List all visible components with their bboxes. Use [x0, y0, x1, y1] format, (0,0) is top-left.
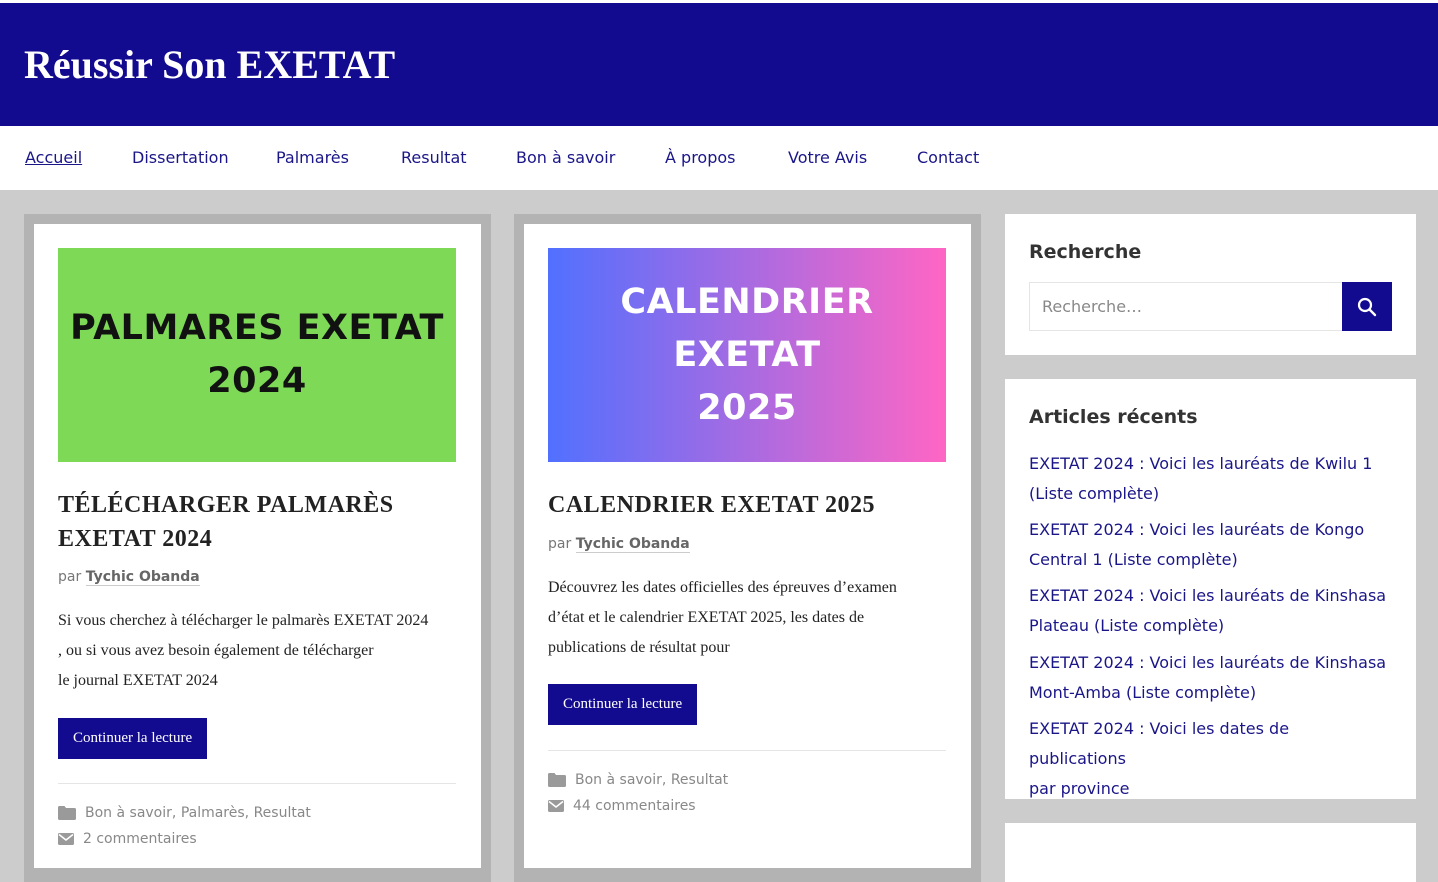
nav-item-palmares[interactable]: Palmarès: [276, 148, 349, 168]
thumbnail-text: PALMARES EXETAT 2024: [70, 308, 444, 401]
category-link[interactable]: Palmarès: [181, 804, 245, 822]
recent-post-link[interactable]: EXETAT 2024 : Voici les lauréats de Kins…: [1029, 581, 1391, 641]
post-categories: Bon à savoir, Palmarès, Resultat: [58, 804, 311, 822]
thumbnail-text: CALENDRIER EXETAT 2025: [620, 281, 874, 428]
folder-icon: [58, 806, 76, 820]
nav-item-dissertation[interactable]: Dissertation: [132, 148, 229, 168]
recent-post-link[interactable]: EXETAT 2024 : Voici les dates de publica…: [1029, 714, 1391, 804]
sidebar-widget: [1005, 823, 1416, 882]
post-thumbnail[interactable]: CALENDRIER EXETAT 2025: [548, 248, 946, 462]
recent-post-link[interactable]: EXETAT 2024 : Voici les lauréats de Kwil…: [1029, 449, 1391, 509]
divider: [548, 750, 946, 751]
category-link[interactable]: Resultat: [671, 771, 728, 789]
post-card-frame: PALMARES EXETAT 2024 TÉLÉCHARGER PALMARÈS…: [24, 214, 491, 882]
search-button[interactable]: [1342, 282, 1392, 331]
category-link[interactable]: Resultat: [254, 804, 311, 822]
post-title[interactable]: CALENDRIER EXETAT 2025: [548, 488, 948, 522]
search-icon: [1357, 297, 1377, 316]
search-widget: Recherche Recherche…: [1005, 214, 1416, 355]
continue-reading-button[interactable]: Continuer la lecture: [548, 684, 698, 725]
nav-item-contact[interactable]: Contact: [917, 148, 979, 168]
search-input[interactable]: Recherche…: [1029, 282, 1343, 331]
comments-link[interactable]: 44 commentaires: [573, 797, 696, 815]
recent-posts-widget: Articles récents EXETAT 2024 : Voici les…: [1005, 379, 1416, 799]
author-link[interactable]: Tychic Obanda: [85, 569, 200, 586]
post-thumbnail[interactable]: PALMARES EXETAT 2024: [58, 248, 456, 462]
nav-item-accueil[interactable]: Accueil: [25, 148, 82, 168]
continue-reading-button[interactable]: Continuer la lecture: [58, 718, 208, 759]
nav-item-a-propos[interactable]: À propos: [665, 148, 735, 168]
post-card: CALENDRIER EXETAT 2025 CALENDRIER EXETAT …: [524, 224, 971, 868]
post-excerpt: Si vous cherchez à télécharger le palmar…: [58, 612, 429, 689]
category-link[interactable]: Bon à savoir: [575, 771, 662, 789]
nav-item-votre-avis[interactable]: Votre Avis: [788, 148, 867, 168]
folder-icon: [548, 773, 566, 787]
post-byline: par Tychic Obanda: [58, 569, 200, 586]
envelope-icon: [548, 800, 564, 812]
widget-title: Recherche: [1029, 241, 1142, 263]
post-card: PALMARES EXETAT 2024 TÉLÉCHARGER PALMARÈS…: [34, 224, 481, 868]
category-link[interactable]: Bon à savoir: [85, 804, 172, 822]
nav-item-bon-a-savoir[interactable]: Bon à savoir: [516, 148, 615, 168]
widget-title: Articles récents: [1029, 406, 1198, 428]
post-title[interactable]: TÉLÉCHARGER PALMARÈS EXETAT 2024: [58, 488, 458, 556]
divider: [58, 783, 456, 784]
nav-item-resultat[interactable]: Resultat: [401, 148, 467, 168]
post-comments: 2 commentaires: [58, 830, 197, 848]
post-comments: 44 commentaires: [548, 797, 696, 815]
recent-post-link[interactable]: EXETAT 2024 : Voici les lauréats de Kong…: [1029, 515, 1391, 575]
post-card-frame: CALENDRIER EXETAT 2025 CALENDRIER EXETAT …: [514, 214, 981, 882]
recent-post-link[interactable]: EXETAT 2024 : Voici les lauréats de Kins…: [1029, 648, 1391, 708]
envelope-icon: [58, 833, 74, 845]
post-categories: Bon à savoir, Resultat: [548, 771, 728, 789]
main-nav: Accueil Dissertation Palmarès Resultat B…: [0, 126, 1438, 190]
site-header: Réussir Son EXETAT: [0, 3, 1438, 126]
comments-link[interactable]: 2 commentaires: [83, 830, 197, 848]
post-byline: par Tychic Obanda: [548, 536, 690, 553]
site-title[interactable]: Réussir Son EXETAT: [24, 41, 395, 89]
author-link[interactable]: Tychic Obanda: [575, 536, 690, 553]
post-excerpt: Découvrez les dates officielles des épre…: [548, 579, 897, 656]
